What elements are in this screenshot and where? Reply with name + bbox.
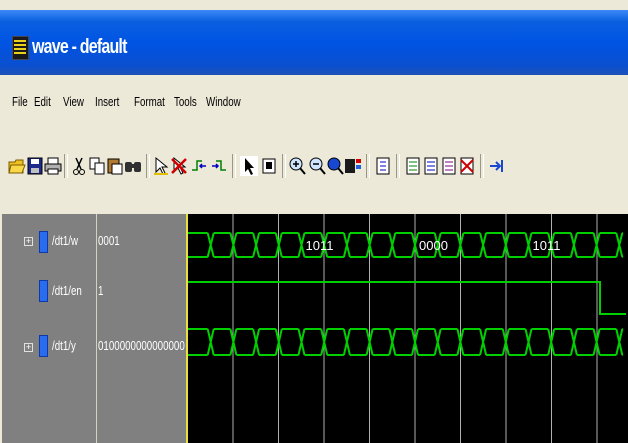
menu-view[interactable]: View bbox=[63, 94, 84, 109]
delete-cursor-icon[interactable] bbox=[170, 156, 188, 176]
wave-w-value-label: 1011 bbox=[533, 238, 561, 253]
find-icon[interactable] bbox=[124, 156, 142, 176]
delete-wave-icon[interactable] bbox=[458, 156, 476, 176]
toolbar-separator bbox=[366, 154, 370, 178]
toolbar-separator bbox=[64, 154, 68, 178]
wave-en bbox=[188, 281, 626, 315]
wave-value-labels: 1011 0000 1011 bbox=[306, 238, 561, 253]
toolbar-separator bbox=[146, 154, 150, 178]
signal-en-name[interactable]: /dt1/en bbox=[52, 283, 82, 298]
expand-y-button[interactable]: + bbox=[24, 343, 33, 352]
select-mode-icon[interactable] bbox=[240, 156, 258, 176]
wave-y-trace bbox=[188, 328, 624, 356]
find-edge-icon[interactable] bbox=[374, 156, 392, 176]
wave-w-value-label: 0000 bbox=[419, 238, 448, 253]
menu-window[interactable]: Window bbox=[206, 94, 241, 109]
signal-en-value: 1 bbox=[98, 283, 104, 298]
zoom-out-icon[interactable] bbox=[308, 156, 326, 176]
toolbar-separator bbox=[232, 154, 236, 178]
zoom-in-icon[interactable] bbox=[288, 156, 306, 176]
wave-window: wave - default File Edit View Insert For… bbox=[0, 0, 628, 443]
toolbar-separator bbox=[282, 154, 286, 178]
toolbar-separator bbox=[396, 154, 400, 178]
open-icon[interactable] bbox=[8, 156, 26, 176]
window-title: wave - default bbox=[32, 36, 127, 58]
menu-file[interactable]: File bbox=[12, 94, 28, 109]
signal-y-value: 0100000000000000 bbox=[98, 338, 185, 353]
wave-y bbox=[188, 328, 624, 356]
signal-w-value: 0001 bbox=[98, 233, 120, 248]
signal-y-color-icon bbox=[39, 335, 48, 357]
paste-icon[interactable] bbox=[106, 156, 124, 176]
waveform-canvas[interactable]: 1011 0000 1011 bbox=[188, 214, 626, 443]
signal-en-color-icon bbox=[39, 280, 48, 302]
zoom-cursor-icon[interactable] bbox=[344, 156, 362, 176]
pane-divider[interactable] bbox=[96, 214, 97, 443]
time-cursor[interactable] bbox=[186, 214, 188, 443]
signal-names-pane[interactable] bbox=[2, 214, 96, 443]
signal-y-name[interactable]: /dt1/y bbox=[52, 338, 76, 353]
toolbar-separator bbox=[480, 154, 484, 178]
insert-cursor-icon[interactable] bbox=[152, 156, 170, 176]
menu-tools[interactable]: Tools bbox=[174, 94, 197, 109]
cut-icon[interactable] bbox=[70, 156, 88, 176]
previous-edge-icon[interactable] bbox=[190, 156, 208, 176]
wave-en-trace bbox=[188, 281, 626, 315]
signal-w-name[interactable]: /dt1/w bbox=[52, 233, 78, 248]
copy-icon[interactable] bbox=[88, 156, 106, 176]
add-list-icon[interactable] bbox=[422, 156, 440, 176]
save-icon[interactable] bbox=[26, 156, 44, 176]
toolbar bbox=[0, 140, 628, 190]
add-log-icon[interactable] bbox=[440, 156, 458, 176]
step-icon[interactable] bbox=[488, 156, 506, 176]
menu-insert[interactable]: Insert bbox=[95, 94, 119, 109]
next-edge-icon[interactable] bbox=[210, 156, 228, 176]
menu-bar: File Edit View Insert Format Tools Windo… bbox=[0, 82, 628, 124]
add-wave-icon[interactable] bbox=[404, 156, 422, 176]
menu-edit[interactable]: Edit bbox=[34, 94, 51, 109]
print-icon[interactable] bbox=[44, 156, 62, 176]
zoom-full-icon[interactable] bbox=[326, 156, 344, 176]
signal-values-pane[interactable] bbox=[96, 214, 186, 443]
wave-w-value-label: 1011 bbox=[306, 238, 334, 253]
signal-w-color-icon bbox=[39, 231, 48, 253]
expand-w-button[interactable]: + bbox=[24, 237, 33, 246]
wave-app-icon bbox=[12, 36, 29, 60]
zoom-mode-icon[interactable] bbox=[260, 156, 278, 176]
menu-format[interactable]: Format bbox=[134, 94, 165, 109]
title-bar[interactable]: wave - default bbox=[0, 10, 628, 75]
